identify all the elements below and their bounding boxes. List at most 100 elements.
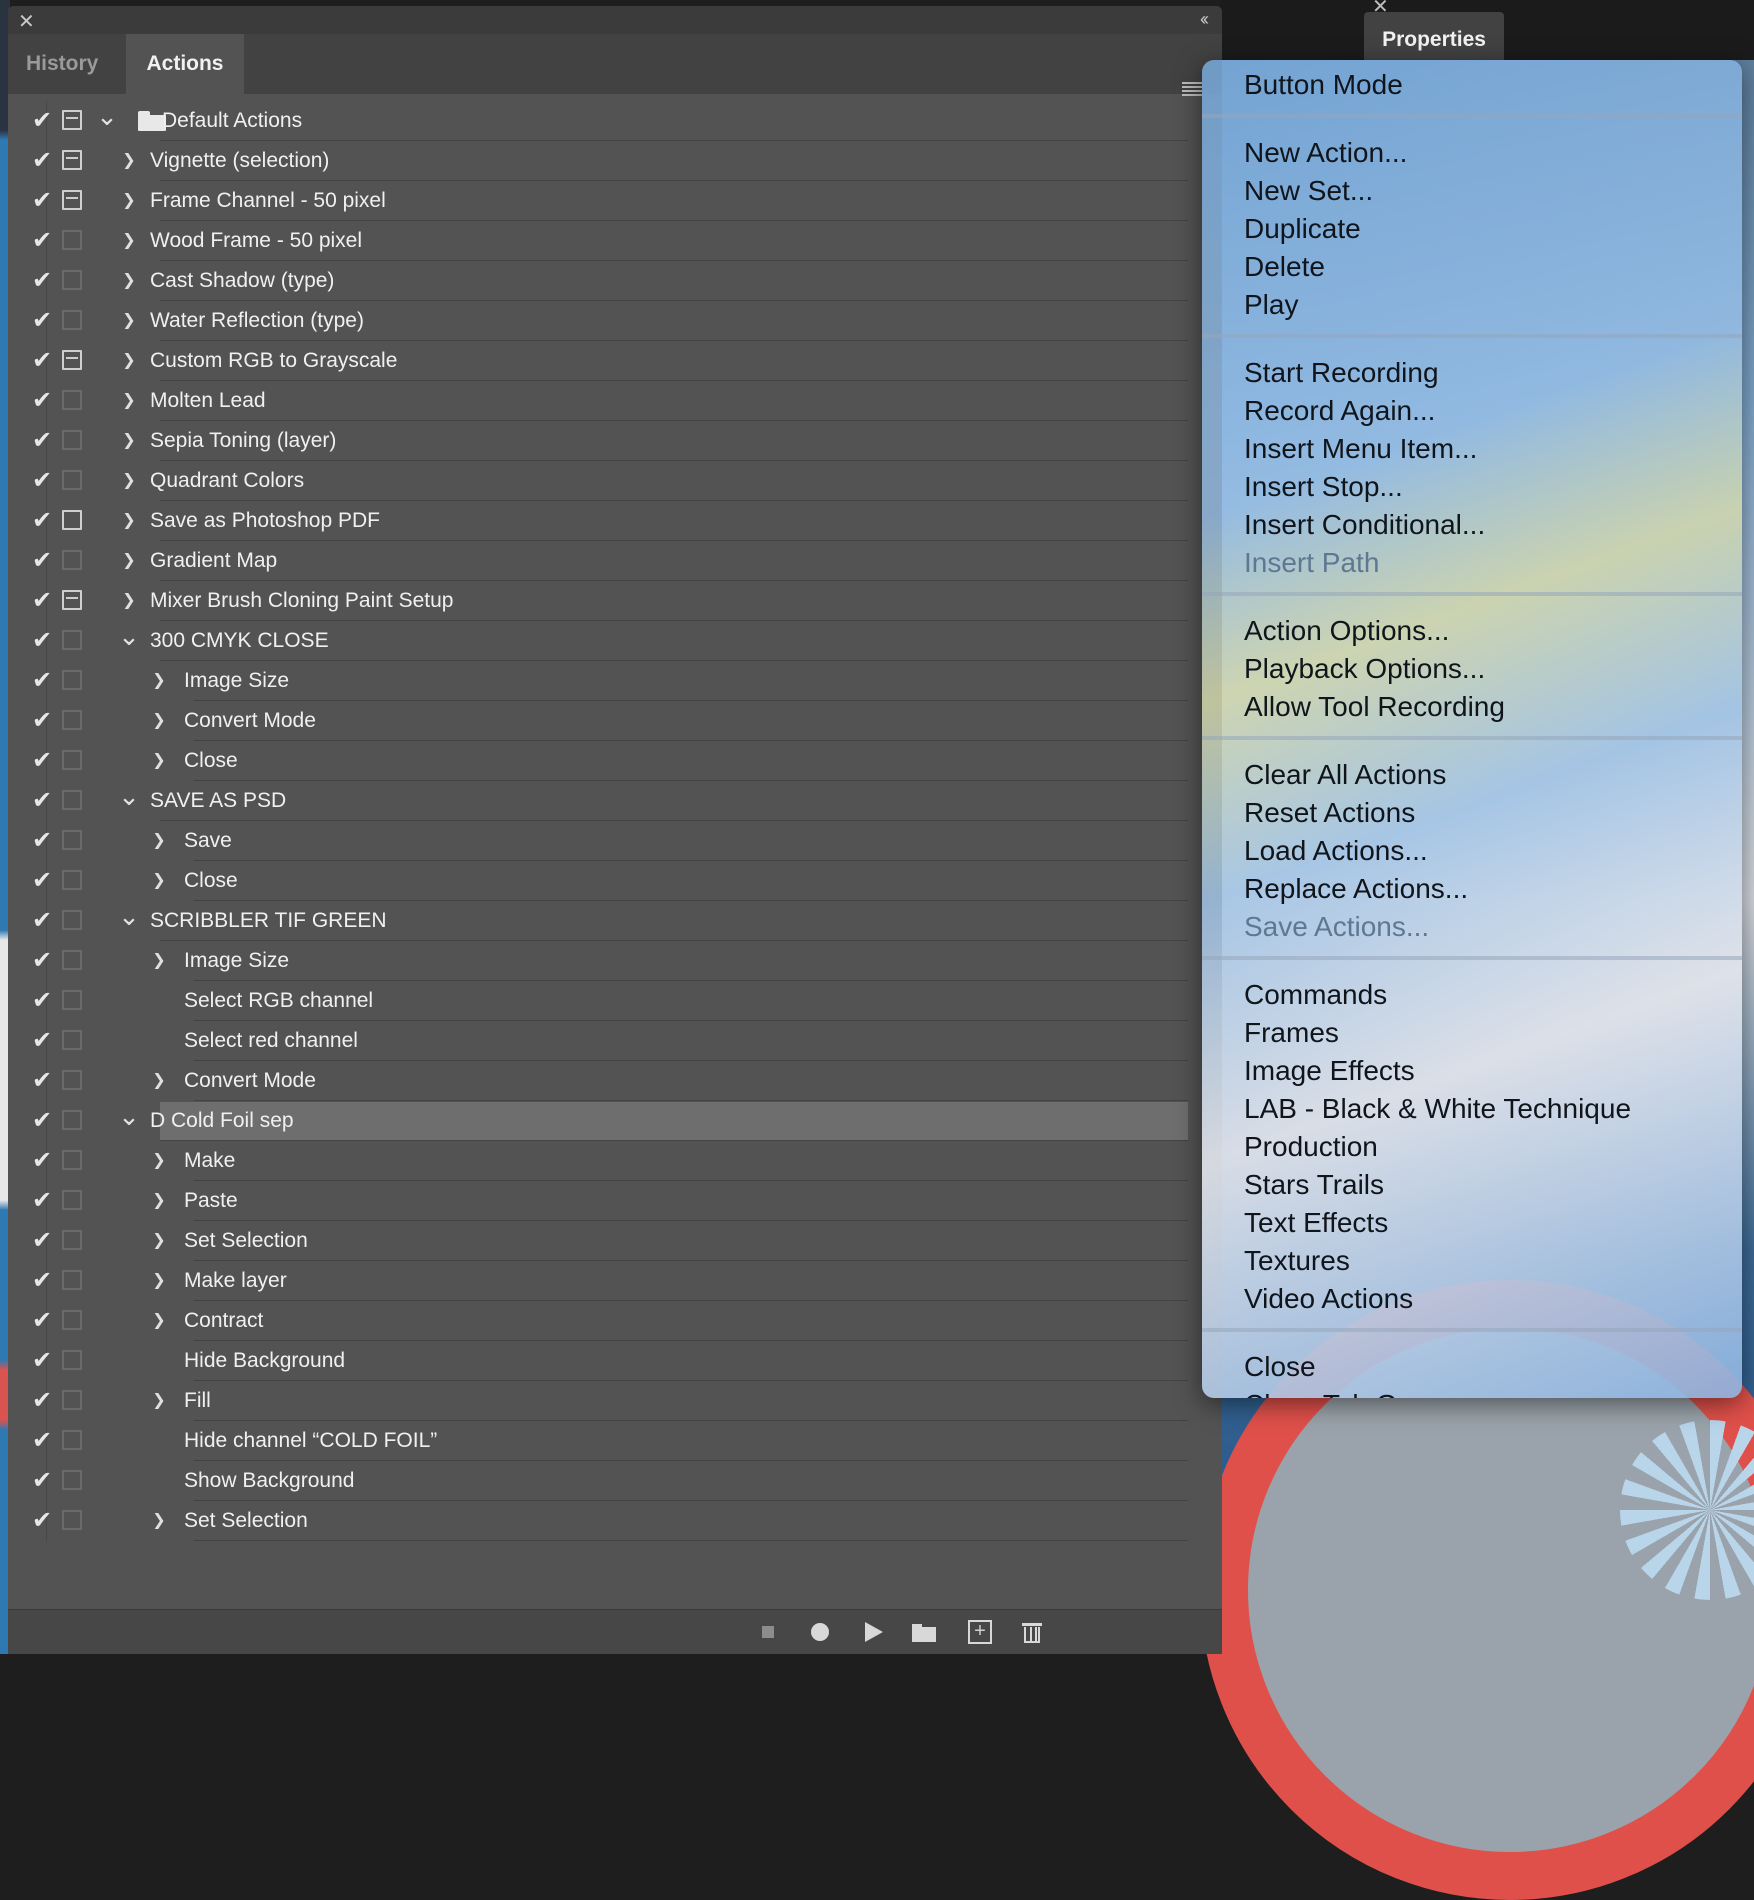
chevron-down-icon[interactable]: ⌄ — [96, 101, 118, 141]
chevron-right-icon[interactable]: ❯ — [118, 301, 140, 341]
action-step-row[interactable]: ✔ ❯ Make — [8, 1141, 1188, 1181]
toggle-dialog-icon[interactable] — [62, 1150, 82, 1170]
action-step-row[interactable]: ✔ ❯ Make layer — [8, 1261, 1188, 1301]
action-row[interactable]: ✔ ❯ Vignette (selection) — [8, 141, 1188, 181]
action-step-row[interactable]: ✔ ❯ Contract — [8, 1301, 1188, 1341]
action-row[interactable]: ✔ ❯ Mixer Brush Cloning Paint Setup — [8, 581, 1188, 621]
action-row[interactable]: ✔ ⌄ D Cold Foil sep — [8, 1101, 1188, 1141]
toggle-item-checkmark-icon[interactable]: ✔ — [22, 381, 62, 421]
action-row[interactable]: ✔ ⌄ SCRIBBLER TIF GREEN — [8, 901, 1188, 941]
toggle-item-checkmark-icon[interactable]: ✔ — [22, 1461, 62, 1501]
toggle-item-checkmark-icon[interactable]: ✔ — [22, 1261, 62, 1301]
toggle-item-checkmark-icon[interactable]: ✔ — [22, 1181, 62, 1221]
toggle-dialog-icon[interactable] — [62, 1510, 82, 1530]
new-action-icon[interactable]: + — [968, 1620, 992, 1644]
action-step-row[interactable]: ✔ ❯ Image Size — [8, 941, 1188, 981]
toggle-item-checkmark-icon[interactable]: ✔ — [22, 901, 62, 941]
toggle-dialog-icon[interactable] — [62, 550, 82, 570]
action-step-row[interactable]: ✔ ❯ Set Selection — [8, 1221, 1188, 1261]
menu-item-reset-actions[interactable]: Reset Actions — [1244, 794, 1415, 832]
action-row[interactable]: ✔ ❯ Sepia Toning (layer) — [8, 421, 1188, 461]
toggle-item-checkmark-icon[interactable]: ✔ — [22, 421, 62, 461]
chevron-right-icon[interactable]: ❯ — [148, 1181, 170, 1221]
action-row[interactable]: ✔ ❯ Quadrant Colors — [8, 461, 1188, 501]
action-step-row[interactable]: ✔ Select red channel — [8, 1021, 1188, 1061]
action-row[interactable]: ✔ ❯ Save as Photoshop PDF — [8, 501, 1188, 541]
toggle-dialog-icon[interactable] — [62, 590, 82, 610]
toggle-dialog-icon[interactable] — [62, 190, 82, 210]
action-step-row[interactable]: ✔ ❯ Close — [8, 741, 1188, 781]
toggle-item-checkmark-icon[interactable]: ✔ — [22, 1101, 62, 1141]
menu-item-lab-black-white-technique[interactable]: LAB - Black & White Technique — [1244, 1090, 1631, 1128]
toggle-item-checkmark-icon[interactable]: ✔ — [22, 821, 62, 861]
toggle-dialog-icon[interactable] — [62, 1390, 82, 1410]
toggle-dialog-icon[interactable] — [62, 750, 82, 770]
action-row[interactable]: ✔ ⌄ SAVE AS PSD — [8, 781, 1188, 821]
action-step-row[interactable]: ✔ Hide Background — [8, 1341, 1188, 1381]
toggle-dialog-icon[interactable] — [62, 1110, 82, 1130]
toggle-item-checkmark-icon[interactable]: ✔ — [22, 701, 62, 741]
toggle-dialog-icon[interactable] — [62, 1070, 82, 1090]
menu-item-frames[interactable]: Frames — [1244, 1014, 1339, 1052]
chevron-right-icon[interactable]: ❯ — [148, 661, 170, 701]
toggle-item-checkmark-icon[interactable]: ✔ — [22, 1421, 62, 1461]
toggle-dialog-icon[interactable] — [62, 1310, 82, 1330]
chevron-right-icon[interactable]: ❯ — [118, 541, 140, 581]
chevron-right-icon[interactable]: ❯ — [118, 261, 140, 301]
action-step-row[interactable]: ✔ ❯ Image Size — [8, 661, 1188, 701]
menu-item-playback-options[interactable]: Playback Options... — [1244, 650, 1485, 688]
chevron-right-icon[interactable]: ❯ — [118, 461, 140, 501]
toggle-item-checkmark-icon[interactable]: ✔ — [22, 861, 62, 901]
chevron-right-icon[interactable]: ❯ — [148, 741, 170, 781]
new-set-icon[interactable] — [912, 1620, 936, 1644]
chevron-right-icon[interactable]: ❯ — [148, 861, 170, 901]
toggle-dialog-icon[interactable] — [62, 1430, 82, 1450]
toggle-item-checkmark-icon[interactable]: ✔ — [22, 1221, 62, 1261]
chevron-right-icon[interactable]: ❯ — [118, 141, 140, 181]
toggle-item-checkmark-icon[interactable]: ✔ — [22, 941, 62, 981]
toggle-item-checkmark-icon[interactable]: ✔ — [22, 221, 62, 261]
menu-item-new-set[interactable]: New Set... — [1244, 172, 1373, 210]
chevron-right-icon[interactable]: ❯ — [148, 821, 170, 861]
action-step-row[interactable]: ✔ ❯ Paste — [8, 1181, 1188, 1221]
toggle-dialog-icon[interactable] — [62, 150, 82, 170]
toggle-dialog-icon[interactable] — [62, 870, 82, 890]
toggle-dialog-icon[interactable] — [62, 310, 82, 330]
chevron-right-icon[interactable]: ❯ — [118, 181, 140, 221]
tab-properties[interactable]: Properties — [1364, 12, 1504, 60]
action-row[interactable]: ✔ ❯ Water Reflection (type) — [8, 301, 1188, 341]
toggle-item-checkmark-icon[interactable]: ✔ — [22, 1341, 62, 1381]
chevron-right-icon[interactable]: ❯ — [148, 1141, 170, 1181]
menu-item-close-tab-group[interactable]: Close Tab Group — [1244, 1386, 1454, 1398]
toggle-dialog-icon[interactable] — [62, 1270, 82, 1290]
menu-item-record-again[interactable]: Record Again... — [1244, 392, 1435, 430]
toggle-dialog-icon[interactable] — [62, 1470, 82, 1490]
menu-item-close[interactable]: Close — [1244, 1348, 1316, 1386]
menu-item-textures[interactable]: Textures — [1244, 1242, 1350, 1280]
toggle-dialog-icon[interactable] — [62, 510, 82, 530]
panel-collapse-icon[interactable]: ‹‹ — [1200, 9, 1209, 30]
play-icon[interactable] — [860, 1620, 884, 1644]
chevron-right-icon[interactable]: ❯ — [118, 341, 140, 381]
toggle-item-checkmark-icon[interactable]: ✔ — [22, 261, 62, 301]
menu-item-delete[interactable]: Delete — [1244, 248, 1325, 286]
panel-menu-icon[interactable] — [1182, 82, 1202, 96]
chevron-right-icon[interactable]: ❯ — [148, 1221, 170, 1261]
toggle-dialog-icon[interactable] — [62, 1230, 82, 1250]
chevron-right-icon[interactable]: ❯ — [148, 1501, 170, 1541]
toggle-item-checkmark-icon[interactable]: ✔ — [22, 1021, 62, 1061]
chevron-right-icon[interactable]: ❯ — [148, 941, 170, 981]
menu-item-replace-actions[interactable]: Replace Actions... — [1244, 870, 1468, 908]
chevron-right-icon[interactable]: ❯ — [148, 1301, 170, 1341]
action-step-row[interactable]: ✔ Select RGB channel — [8, 981, 1188, 1021]
toggle-item-checkmark-icon[interactable]: ✔ — [22, 301, 62, 341]
tab-history[interactable]: History — [8, 34, 116, 94]
toggle-item-checkmark-icon[interactable]: ✔ — [22, 781, 62, 821]
stop-icon[interactable] — [756, 1620, 780, 1644]
toggle-dialog-icon[interactable] — [62, 350, 82, 370]
toggle-item-checkmark-icon[interactable]: ✔ — [22, 621, 62, 661]
menu-item-allow-tool-recording[interactable]: Allow Tool Recording — [1244, 688, 1505, 726]
menu-item-insert-stop[interactable]: Insert Stop... — [1244, 468, 1403, 506]
action-step-row[interactable]: ✔ ❯ Set Selection — [8, 1501, 1188, 1541]
chevron-down-icon[interactable]: ⌄ — [118, 1101, 140, 1141]
